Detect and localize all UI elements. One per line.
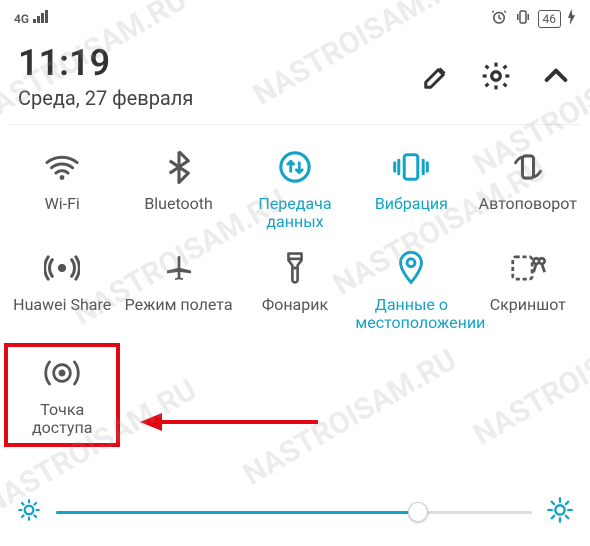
tile-label: Автоповорот [479,195,577,213]
divider [10,124,580,125]
tile-label: Точка доступа [10,401,114,438]
tile-flashlight[interactable]: Фонарик [237,242,353,339]
tile-bluetooth[interactable]: Bluetooth [120,141,236,238]
tile-wifi[interactable]: Wi-Fi [4,141,120,238]
flashlight-icon [282,248,308,288]
alarm-icon [490,8,508,30]
tile-label: Wi-Fi [45,195,80,213]
date: Среда, 27 февраля [18,86,193,110]
quick-settings-grid: Wi-Fi Bluetooth Передача данных Вибрация… [0,131,590,449]
huawei-share-icon [44,248,80,288]
notification-header: 11:19 Среда, 27 февраля [0,34,590,124]
tile-label: Данные о местоположении [355,296,467,333]
vibration-icon [392,147,430,187]
charging-icon [567,9,576,29]
network-type: 4G [14,12,29,26]
brightness-row [0,496,590,528]
tile-label: Bluetooth [144,195,213,213]
edit-icon[interactable] [422,61,452,91]
brightness-thumb[interactable] [408,502,428,522]
brightness-low-icon [16,497,42,527]
tile-huawei-share[interactable]: Huawei Share [4,242,120,339]
gear-icon[interactable] [480,60,512,92]
screenshot-icon [510,248,546,288]
tile-autorotate[interactable]: Автоповорот [470,141,586,238]
clock: 11:19 [18,42,193,84]
tile-vibration[interactable]: Вибрация [353,141,469,238]
tile-label: Скриншот [490,296,566,314]
data-transfer-icon [278,147,312,187]
bluetooth-icon [167,147,191,187]
airplane-icon [163,248,195,288]
brightness-slider[interactable] [56,509,532,515]
tile-airplane[interactable]: Режим полета [120,242,236,339]
chevron-up-icon[interactable] [540,60,572,92]
location-icon [397,248,425,288]
tile-data[interactable]: Передача данных [237,141,353,238]
tile-label: Передача данных [239,195,351,232]
vibrate-icon [514,8,532,30]
brightness-high-icon [546,496,574,528]
tile-screenshot[interactable]: Скриншот [470,242,586,339]
tile-label: Фонарик [262,296,328,314]
battery-level: 46 [538,10,562,28]
tile-label: Режим полета [125,296,233,314]
autorotate-icon [510,147,546,187]
tile-hotspot[interactable]: Точка доступа [4,343,120,448]
signal-icon [33,9,53,29]
wifi-icon [43,147,81,187]
hotspot-icon [44,353,80,393]
status-bar: 4G 46 [0,0,590,34]
tile-label: Huawei Share [13,296,111,314]
tile-location[interactable]: Данные о местоположении [353,242,469,339]
tile-label: Вибрация [375,195,448,213]
